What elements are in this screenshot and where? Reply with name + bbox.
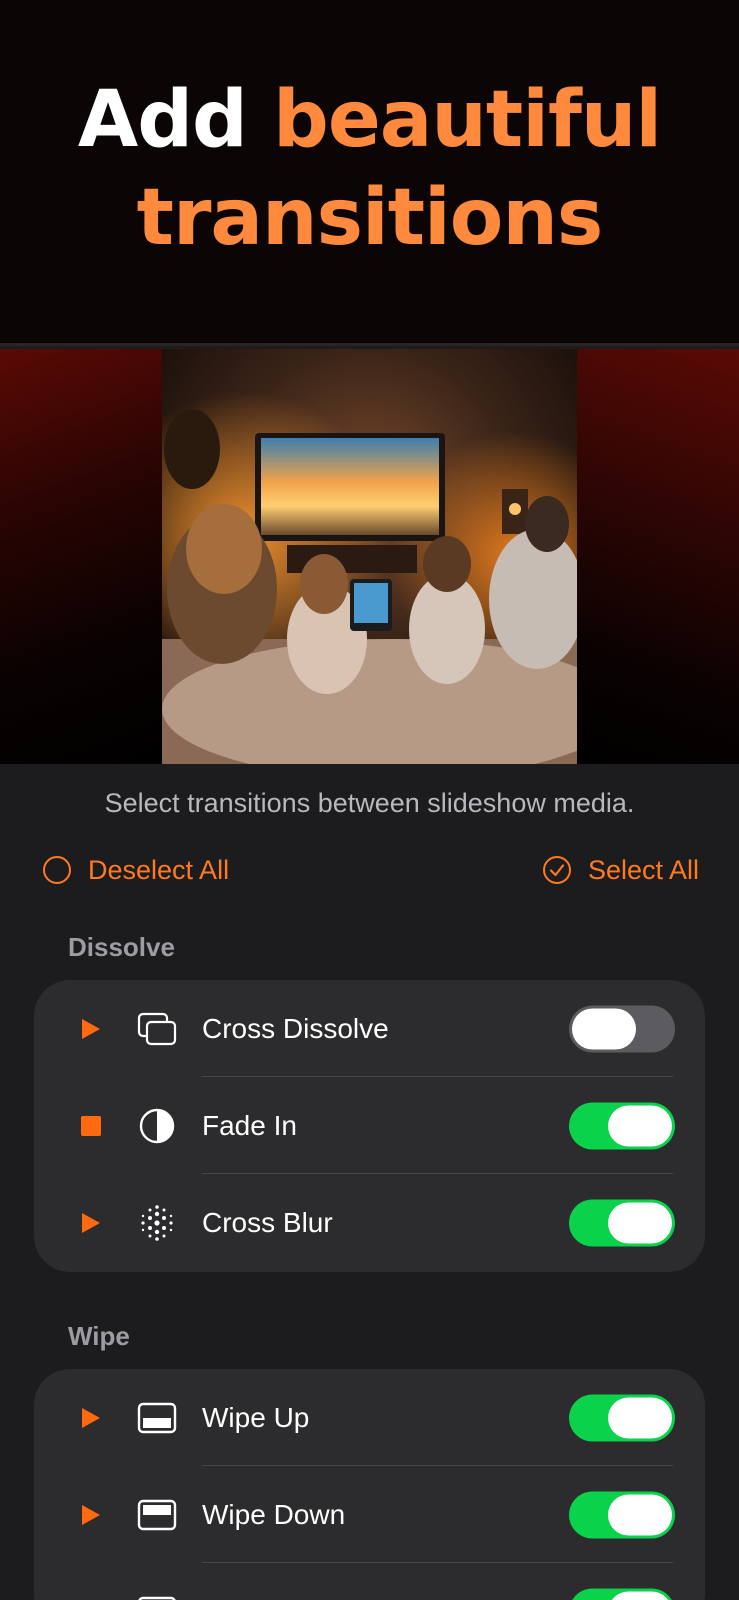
hero-title-orange: beautiful [273, 74, 662, 165]
cross-dissolve-icon [137, 1012, 177, 1045]
checkmark-circle-icon [542, 856, 571, 884]
play-icon[interactable] [80, 1211, 102, 1235]
preview-right-blur [577, 349, 739, 764]
transition-toggle[interactable] [569, 1199, 675, 1246]
wipe-icon [138, 1596, 176, 1600]
transition-label: Cross Blur [202, 1206, 333, 1238]
section-title-dissolve: Dissolve [68, 932, 175, 962]
transition-row-wipe[interactable] [34, 1563, 705, 1600]
transition-row-wipe-up[interactable]: Wipe Up [34, 1369, 705, 1466]
dissolve-card: Cross Dissolve Fade In Cross Blur [34, 980, 705, 1272]
family-tv-photo [162, 349, 577, 764]
transition-label: Cross Dissolve [202, 1012, 389, 1044]
play-icon[interactable] [80, 1017, 102, 1041]
transition-toggle[interactable] [569, 1491, 675, 1538]
play-icon[interactable] [80, 1406, 102, 1430]
hero-header: Add beautiful transitions [0, 0, 739, 346]
select-all-button[interactable]: Select All [542, 850, 699, 890]
deselect-all-label: Deselect All [88, 854, 230, 885]
instructions-text: Select transitions between slideshow med… [104, 788, 635, 818]
hero-title-white: Add [77, 74, 248, 165]
slideshow-preview [0, 349, 739, 764]
deselect-all-button[interactable]: Deselect All [42, 850, 229, 890]
transition-label: Fade In [202, 1109, 297, 1141]
transition-toggle[interactable] [569, 1005, 675, 1052]
select-all-label: Select All [587, 854, 699, 885]
play-icon[interactable] [80, 1503, 102, 1527]
section-title-wipe: Wipe [68, 1321, 130, 1351]
fade-in-icon [139, 1108, 175, 1143]
transition-toggle[interactable] [569, 1394, 675, 1441]
transition-toggle[interactable] [569, 1102, 675, 1149]
empty-circle-icon [43, 856, 71, 884]
wipe-down-icon [137, 1499, 177, 1530]
hero-title: Add beautiful transitions [77, 71, 662, 267]
transition-row-wipe-down[interactable]: Wipe Down [34, 1466, 705, 1563]
hero-title-orange-2: transitions [136, 172, 604, 263]
wipe-up-icon [137, 1402, 177, 1433]
cross-blur-icon [141, 1204, 173, 1241]
transition-label: Wipe Down [202, 1498, 346, 1530]
transition-row-cross-dissolve[interactable]: Cross Dissolve [34, 980, 705, 1077]
transition-label: Wipe Up [202, 1401, 310, 1433]
transition-toggle[interactable] [569, 1588, 675, 1600]
wipe-card: Wipe Up Wipe Down [34, 1369, 705, 1600]
transition-row-cross-blur[interactable]: Cross Blur [34, 1174, 705, 1271]
transition-row-fade-in[interactable]: Fade In [34, 1077, 705, 1174]
stop-icon[interactable] [80, 1114, 102, 1138]
preview-left-blur [0, 349, 162, 764]
